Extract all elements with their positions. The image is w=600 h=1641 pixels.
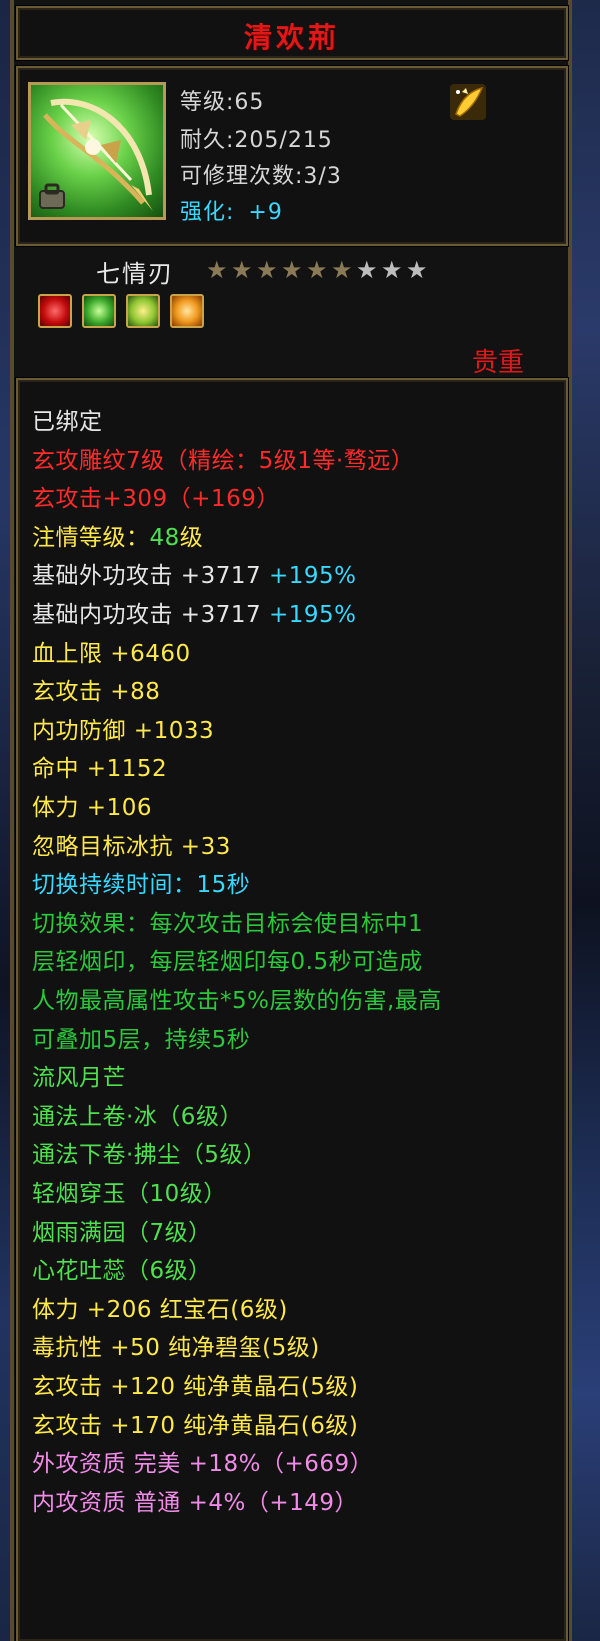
attribute-text: 玄攻击 +88: [32, 679, 161, 706]
attribute-text: 注情等级：: [32, 524, 150, 551]
attribute-line: 已绑定: [32, 402, 103, 436]
title-bar: 清欢荊: [16, 6, 568, 60]
attribute-text: 48: [149, 524, 180, 551]
weapon-name: 七情刃: [96, 260, 174, 288]
attribute-line: 毒抗性 +50 纯净碧玺(5级): [32, 1328, 320, 1362]
attribute-text: 玄攻击 +120 纯净黄晶石(5级): [32, 1374, 359, 1400]
attribute-line: 外攻资质 完美 +18%（+669）: [32, 1444, 373, 1478]
attribute-line: 流风月芒: [32, 1058, 126, 1092]
item-header: 等级:65 耐久:205/215 可修理次数:3/3 强化: +9: [16, 66, 568, 246]
attribute-line: 玄攻击 +120 纯净黄晶石(5级): [32, 1367, 358, 1401]
gem-slots: [38, 294, 209, 328]
star-filled-icon: ★: [256, 256, 278, 284]
attribute-text: 通法上卷·冰（6级）: [32, 1103, 243, 1130]
attribute-text: 玄攻击+309（+169）: [32, 486, 280, 513]
attribute-line: 切换效果：每次攻击目标会使目标中1: [32, 904, 423, 938]
attribute-text: 内攻资质 普通 +4%（+149）: [32, 1489, 359, 1516]
attribute-text: 已绑定: [32, 409, 103, 435]
attribute-text: 毒抗性 +50 纯净碧玺(5级): [32, 1335, 320, 1362]
red-gem-icon: [38, 294, 72, 328]
attribute-line: 心花吐蕊（6级）: [32, 1251, 212, 1285]
attribute-line: 玄攻击 +88: [32, 672, 160, 706]
attribute-text: 玄攻击 +170 纯净黄晶石(6级): [32, 1412, 359, 1439]
bow-weapon-icon: [28, 82, 166, 220]
attribute-line: 体力 +106: [32, 788, 152, 822]
repair-count-text: 可修理次数:3/3: [180, 164, 342, 189]
attribute-line: 内功防御 +1033: [32, 711, 214, 745]
attribute-line: 切换持续时间：15秒: [32, 865, 250, 899]
attribute-line: 血上限 +6460: [32, 634, 191, 668]
attribute-line: 基础内功攻击 +3717 +195%: [32, 595, 356, 629]
enhance-label: 强化:: [180, 200, 235, 225]
attribute-list: 已绑定玄攻雕纹7级（精绘：5级1等·骛远） 玄攻击+309（+169） 注情等级：4…: [16, 378, 568, 1641]
attribute-text: 轻烟穿玉（10级）: [32, 1181, 227, 1207]
star-empty-icon: ★: [406, 256, 428, 284]
rarity-label: 贵重: [471, 348, 524, 378]
green-gem-icon: [82, 294, 117, 328]
star-rating: ★ ★ ★ ★ ★ ★ ★ ★ ★: [206, 258, 431, 282]
attribute-text: 流风月芒: [32, 1065, 126, 1092]
attribute-line: 可叠加5层，持续5秒: [32, 1020, 250, 1054]
attribute-line: 人物最高属性攻击*5%层数的伤害,最高: [32, 981, 442, 1015]
attribute-text: 玄攻雕纹7级（精绘：5级1等·骛远）: [32, 447, 415, 474]
attribute-text: 命中 +1152: [32, 756, 168, 783]
background-scene-right: [570, 0, 600, 1641]
attribute-line: 注情等级：48级: [32, 518, 203, 552]
attribute-line: 内攻资质 普通 +4%（+149）: [32, 1483, 358, 1517]
weapon-info: 七情刃 ★ ★ ★ ★ ★ ★ ★ ★ ★ 贵重: [16, 248, 568, 378]
attribute-text: 层轻烟印，每层轻烟印每0.5秒可造成: [32, 949, 423, 976]
attribute-text: 体力 +206 红宝石(6级): [32, 1296, 288, 1323]
attribute-text: +195%: [268, 602, 357, 628]
star-filled-icon: ★: [331, 256, 353, 284]
attribute-text: 烟雨满园（7级）: [32, 1219, 212, 1246]
item-title: 清欢荊: [243, 21, 340, 54]
attribute-line: 层轻烟印，每层轻烟印每0.5秒可造成: [32, 942, 423, 976]
attribute-line: 基础外功攻击 +3717 +195%: [32, 556, 356, 590]
star-empty-icon: ★: [356, 256, 378, 284]
gold-feather-icon: [448, 82, 488, 122]
level-text: 等级:65: [180, 90, 265, 115]
attribute-text: 可叠加5层，持续5秒: [32, 1026, 251, 1053]
bag-icon: [37, 181, 67, 211]
star-filled-icon: ★: [281, 256, 303, 284]
star-empty-icon: ★: [381, 256, 403, 284]
star-filled-icon: ★: [231, 256, 253, 284]
attribute-text: 切换效果：每次攻击目标会使目标中1: [32, 910, 424, 937]
attribute-line: 玄攻雕纹7级（精绘：5级1等·骛远）: [32, 441, 414, 475]
gold-flower-gem-icon: [170, 294, 205, 328]
attribute-text: 外攻资质 完美 +18%（+669）: [32, 1451, 374, 1478]
attribute-text: 忽略目标冰抗 +33: [32, 833, 231, 860]
star-filled-icon: ★: [306, 256, 328, 284]
attribute-text: 人物最高属性攻击*5%层数的伤害,最高: [32, 988, 442, 1014]
attribute-text: 内功防御 +1033: [32, 717, 215, 744]
attribute-text: 心花吐蕊（6级）: [32, 1258, 212, 1285]
attribute-line: 玄攻击 +170 纯净黄晶石(6级): [32, 1406, 358, 1440]
attribute-text: +195%: [268, 563, 357, 590]
star-filled-icon: ★: [206, 256, 228, 284]
green-yellow-gem-icon: [126, 294, 161, 328]
attribute-text: 级: [179, 524, 204, 551]
attribute-line: 体力 +206 红宝石(6级): [32, 1290, 288, 1324]
attribute-line: 忽略目标冰抗 +33: [32, 827, 231, 861]
attribute-text: 切换持续时间：15秒: [32, 872, 251, 899]
attribute-line: 玄攻击+309（+169）: [32, 479, 280, 513]
attribute-line: 烟雨满园（7级）: [32, 1213, 212, 1247]
attribute-text: 基础内功攻击 +3717: [32, 602, 269, 628]
attribute-text: 血上限 +6460: [32, 640, 191, 667]
attribute-line: 通法上卷·冰（6级）: [32, 1097, 243, 1131]
attribute-line: 通法下卷·拂尘（5级）: [32, 1135, 266, 1169]
enhance-line: 强化: +9: [180, 194, 283, 226]
attribute-line: 命中 +1152: [32, 749, 167, 783]
attribute-text: 基础外功攻击 +3717: [32, 563, 269, 590]
durability-text: 耐久:205/215: [180, 128, 333, 153]
enhance-value: +9: [248, 200, 283, 225]
attribute-text: 通法下卷·拂尘（5级）: [32, 1142, 267, 1169]
attribute-line: 轻烟穿玉（10级）: [32, 1174, 227, 1208]
attribute-text: 体力 +106: [32, 795, 152, 821]
